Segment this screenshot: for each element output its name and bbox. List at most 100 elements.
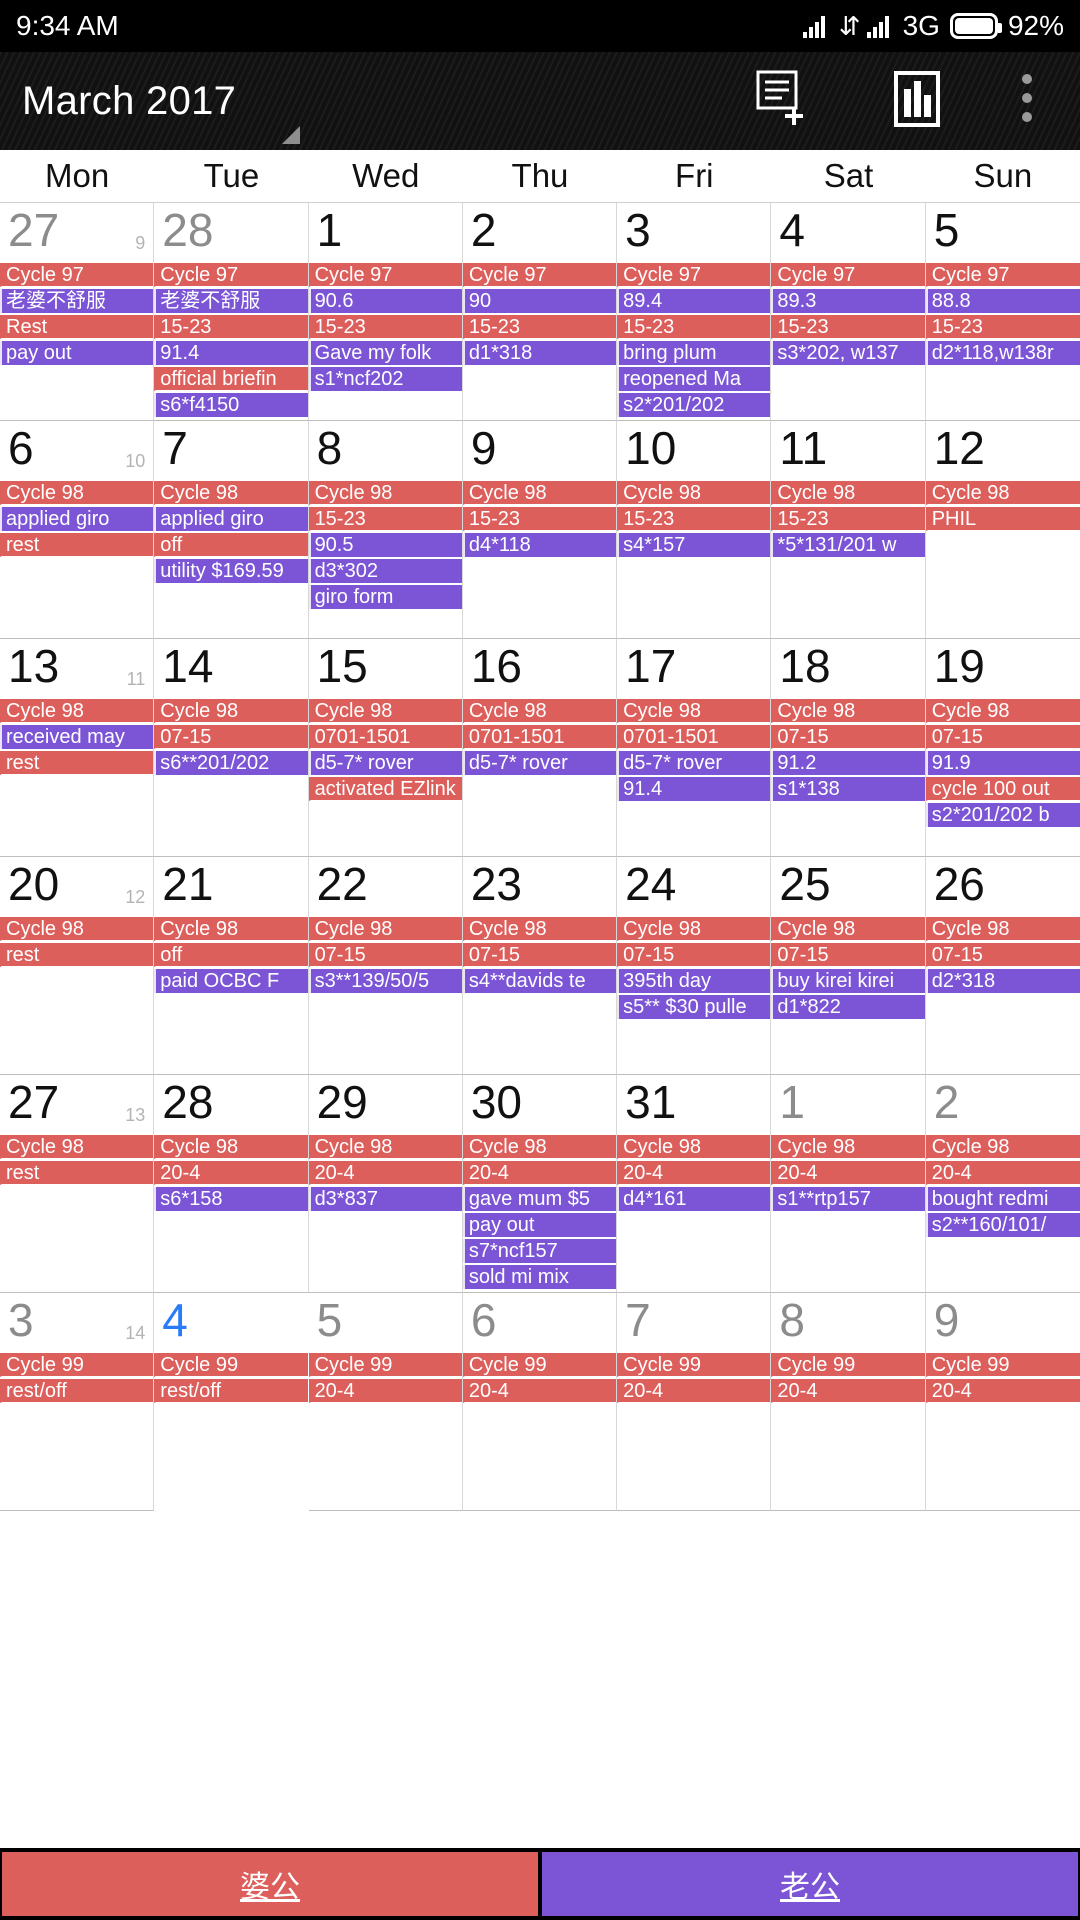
event-chip[interactable]: Cycle 97 [154,263,308,287]
day-cell[interactable]: 28 Cycle 98 20-4 s6*158 [154,1075,309,1293]
event-chip[interactable]: s7*ncf157 [462,1239,617,1263]
day-cell[interactable]: 6 10 Cycle 98 applied giro rest [0,421,155,639]
event-chip[interactable]: 395th day [617,969,771,993]
event-chip[interactable]: 20-4 [617,1379,771,1403]
event-chip[interactable]: Cycle 98 [925,917,1080,941]
event-chip[interactable]: buy kirei kirei [771,969,925,993]
event-chip[interactable]: 90.6 [308,289,462,313]
day-cell[interactable]: 7 Cycle 99 20-4 [617,1293,772,1511]
event-chip[interactable]: 91.9 [925,751,1080,775]
event-chip[interactable]: 90 [462,289,617,313]
event-chip[interactable]: Cycle 98 [462,699,617,723]
overflow-menu-icon[interactable] [1020,71,1034,132]
event-chip[interactable]: off [154,943,308,967]
event-chip[interactable]: Cycle 98 [771,917,925,941]
event-chip[interactable]: Cycle 98 [154,699,308,723]
page-title[interactable]: March 2017 [0,79,236,124]
event-chip[interactable]: Cycle 98 [617,481,771,505]
event-chip[interactable]: Cycle 98 [308,917,462,941]
event-chip[interactable]: Cycle 97 [925,263,1080,287]
event-chip[interactable]: 0701-1501 [462,725,617,749]
event-chip[interactable]: Cycle 98 [771,699,925,723]
event-chip[interactable]: d1*822 [771,995,925,1019]
event-chip[interactable]: Cycle 98 [0,699,154,723]
event-chip[interactable]: Cycle 98 [617,1135,771,1159]
event-chip[interactable]: 15-23 [308,315,462,339]
day-cell[interactable]: 16 Cycle 98 0701-1501 d5-7* rover [462,639,618,857]
event-chip[interactable]: Cycle 98 [154,917,308,941]
event-chip[interactable]: 07-15 [154,725,308,749]
calendar-filter-chip[interactable]: 婆公 [2,1852,538,1916]
event-chip[interactable]: 89.3 [771,289,925,313]
event-chip[interactable]: official briefin [154,367,308,391]
event-chip[interactable]: off [154,533,308,557]
event-chip[interactable]: 15-23 [925,315,1080,339]
event-chip[interactable]: bring plum [617,341,771,365]
day-cell[interactable]: 18 Cycle 98 07-15 91.2 s1*138 [771,639,926,857]
event-chip[interactable]: s2**160/101/ [925,1213,1080,1237]
event-chip[interactable]: d2*318 [925,969,1080,993]
event-chip[interactable]: gave mum $5 [462,1187,617,1211]
new-event-icon[interactable] [752,69,814,134]
event-chip[interactable]: activated EZlink reloaded [308,777,462,801]
event-chip[interactable]: d3*302 [308,559,462,583]
event-chip[interactable]: d4*118 [462,533,617,557]
event-chip[interactable]: d5-7* rover [308,751,462,775]
event-chip[interactable]: rest [0,943,154,967]
day-cell[interactable]: 23 Cycle 98 07-15 s4**davids te [462,857,618,1075]
event-chip[interactable]: s2*201/202 [617,393,771,417]
event-chip[interactable]: 15-23 [154,315,308,339]
event-chip[interactable]: 15-23 [462,315,617,339]
event-chip[interactable]: PHIL [925,507,1080,531]
event-chip[interactable]: s6**201/202 [154,751,308,775]
event-chip[interactable]: 90.5 [308,533,462,557]
day-cell[interactable]: 25 Cycle 98 07-15 buy kirei kirei d1*822 [771,857,926,1075]
day-cell[interactable]: 30 Cycle 98 20-4 gave mum $5 pay out s7*ncf15… [462,1075,618,1293]
event-chip[interactable]: Cycle 98 [462,481,617,505]
event-chip[interactable]: Cycle 97 [462,263,617,287]
event-chip[interactable]: rest/off [0,1379,154,1403]
day-cell[interactable]: 22 Cycle 98 07-15 s3**139/50/5 [308,857,463,1075]
event-chip[interactable]: d5-7* rover [462,751,617,775]
event-chip[interactable]: d3*837 [308,1187,462,1211]
day-cell[interactable]: 17 Cycle 98 0701-1501 d5-7* rover 91.4 [617,639,772,857]
event-chip[interactable]: 07-15 [308,943,462,967]
event-chip[interactable]: utility $169.59 [154,559,308,583]
day-cell[interactable]: 5 Cycle 99 20-4 [308,1293,463,1511]
event-chip[interactable]: s2*201/202 b [925,803,1080,827]
day-cell[interactable]: 9 Cycle 98 15-23 d4*118 [462,421,618,639]
event-chip[interactable]: s6*158 [154,1187,308,1211]
event-chip[interactable]: 07-15 [462,943,617,967]
event-chip[interactable]: rest [0,751,154,775]
event-chip[interactable]: Cycle 99 [0,1353,154,1377]
event-chip[interactable]: Cycle 98 [925,699,1080,723]
event-chip[interactable]: Cycle 98 [771,1135,925,1159]
calendar-filter-chip[interactable]: 老公 [542,1852,1078,1916]
event-chip[interactable]: 88.8 [925,289,1080,313]
day-cell[interactable]: 27 9 Cycle 97 老婆不舒服 Rest pay out [0,203,155,421]
day-cell[interactable]: 2 Cycle 97 90 15-23 d1*318 [462,203,618,421]
day-cell[interactable]: 12 Cycle 98 PHIL [925,421,1080,639]
event-chip[interactable]: 15-23 [617,315,771,339]
day-cell[interactable]: 11 Cycle 98 15-23 *5*131/201 w [771,421,926,639]
event-chip[interactable]: Cycle 98 [308,1135,462,1159]
day-cell[interactable]: 29 Cycle 98 20-4 d3*837 [308,1075,463,1293]
day-cell[interactable]: 8 Cycle 99 20-4 [771,1293,926,1511]
day-cell[interactable]: 24 Cycle 98 07-15 395th day s5** $30 pulle [617,857,772,1075]
day-cell[interactable]: 7 Cycle 98 applied giro off utility $169.59 [154,421,309,639]
event-chip[interactable]: Cycle 98 [925,481,1080,505]
event-chip[interactable]: 07-15 [771,943,925,967]
event-chip[interactable]: 91.4 [154,341,308,365]
event-chip[interactable]: *5*131/201 w [771,533,925,557]
event-chip[interactable]: giro form [308,585,462,609]
event-chip[interactable]: s1**rtp157 [771,1187,925,1211]
day-cell[interactable]: 27 13 Cycle 98 rest [0,1075,155,1293]
event-chip[interactable]: Cycle 99 [771,1353,925,1377]
chevron-down-icon[interactable] [282,126,300,144]
event-chip[interactable]: 20-4 [771,1379,925,1403]
event-chip[interactable]: 0701-1501 [308,725,462,749]
event-chip[interactable]: Cycle 98 [617,917,771,941]
event-chip[interactable]: paid OCBC F [154,969,308,993]
event-chip[interactable]: Cycle 99 [308,1353,462,1377]
event-chip[interactable]: s1*138 [771,777,925,801]
